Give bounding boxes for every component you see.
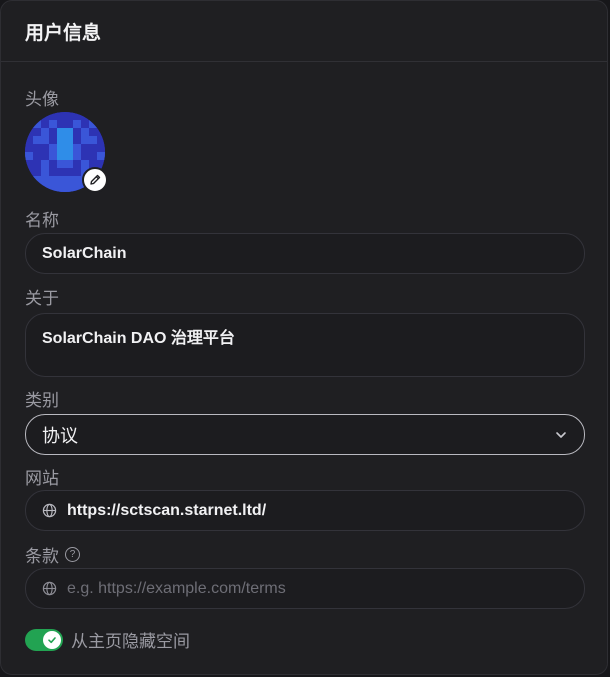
check-icon (48, 636, 56, 643)
globe-icon (42, 503, 57, 518)
toggle-knob (43, 630, 61, 649)
hide-from-homepage-row: 从主页隐藏空间 (25, 627, 190, 652)
help-icon[interactable]: ? (65, 547, 80, 562)
category-select[interactable]: 协议 (25, 414, 585, 455)
website-label: 网站 (25, 469, 59, 488)
globe-icon (42, 581, 57, 596)
about-value: SolarChain DAO 治理平台 (42, 330, 235, 347)
edit-avatar-button[interactable] (82, 167, 108, 193)
avatar-label: 头像 (25, 90, 59, 109)
hide-from-homepage-toggle[interactable] (25, 628, 63, 651)
hide-from-homepage-label: 从主页隐藏空间 (71, 632, 190, 651)
category-label: 类别 (25, 391, 59, 410)
chevron-down-icon (556, 431, 566, 438)
about-textarea[interactable]: SolarChain DAO 治理平台 (25, 313, 585, 377)
pencil-icon (90, 174, 101, 185)
name-value: SolarChain (42, 244, 127, 262)
website-input[interactable]: https://sctscan.starnet.ltd/ (25, 490, 585, 531)
name-input[interactable]: SolarChain (25, 233, 585, 274)
terms-placeholder: e.g. https://example.com/terms (67, 579, 286, 597)
category-value: 协议 (42, 425, 78, 446)
terms-label: 条款 ? (25, 542, 80, 567)
about-label: 关于 (25, 289, 59, 308)
name-label: 名称 (25, 211, 59, 230)
website-value: https://sctscan.starnet.ltd/ (67, 501, 267, 519)
terms-input[interactable]: e.g. https://example.com/terms (25, 568, 585, 609)
user-info-panel: 用户信息 头像 名称 SolarChain 关于 SolarChain DAO … (0, 0, 608, 675)
panel-title: 用户信息 (1, 1, 607, 62)
terms-label-text: 条款 (25, 547, 59, 566)
